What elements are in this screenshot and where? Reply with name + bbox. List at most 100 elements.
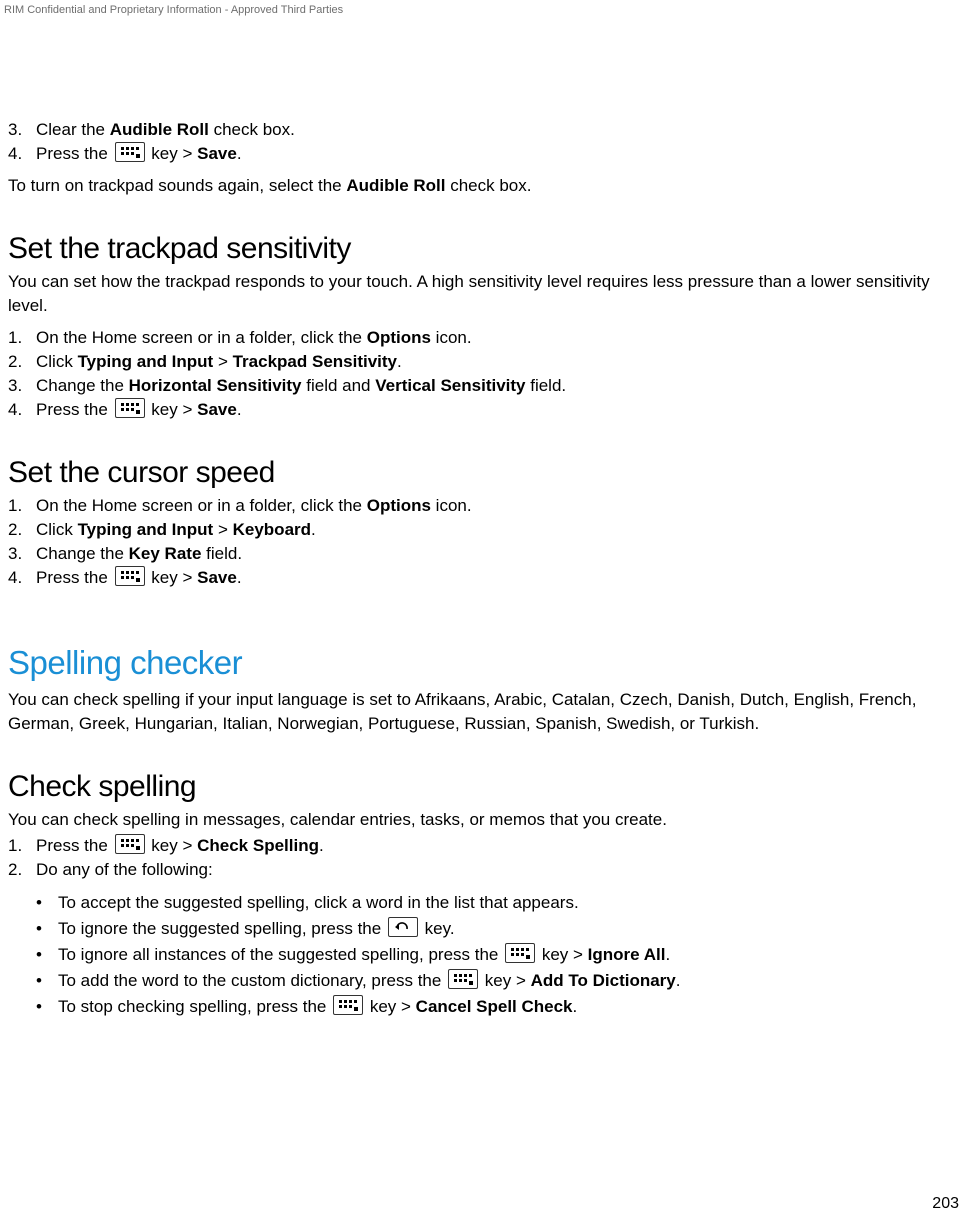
list-item: 1. Press the key > Check Spelling. — [8, 834, 965, 858]
step-text: To add the word to the custom dictionary… — [58, 968, 681, 994]
text-part: key > — [147, 568, 198, 587]
text-part: > — [213, 352, 232, 371]
text-part: . — [319, 836, 324, 855]
text-part: To add the word to the custom dictionary… — [58, 971, 446, 990]
bold-term: Ignore All — [588, 945, 666, 964]
text-part: . — [237, 400, 242, 419]
bullet-icon: • — [36, 994, 58, 1020]
text-part: On the Home screen or in a folder, click… — [36, 328, 367, 347]
menu-key-icon — [505, 943, 535, 963]
text-part: . — [397, 352, 402, 371]
text-part: . — [311, 520, 316, 539]
step-text: Do any of the following: — [36, 858, 965, 882]
list-item: • To ignore all instances of the suggest… — [36, 942, 965, 968]
spelling-intro: You can check spelling if your input lan… — [8, 688, 965, 736]
text-part: field and — [302, 376, 376, 395]
list-item: 1. On the Home screen or in a folder, cl… — [8, 494, 965, 518]
back-key-icon — [388, 917, 418, 937]
bold-term: Vertical Sensitivity — [375, 376, 525, 395]
step-number: 4. — [8, 566, 36, 590]
text-part: icon. — [431, 328, 472, 347]
heading-cursor-speed: Set the cursor speed — [8, 456, 965, 490]
bullet-icon: • — [36, 890, 58, 916]
trackpad-intro: You can set how the trackpad responds to… — [8, 270, 965, 318]
bold-term: Options — [367, 496, 431, 515]
menu-key-icon — [448, 969, 478, 989]
list-item: 2. Click Typing and Input > Keyboard. — [8, 518, 965, 542]
list-item: • To accept the suggested spelling, clic… — [36, 890, 965, 916]
text-part: . — [573, 997, 578, 1016]
text-part: > — [213, 520, 232, 539]
step-number: 4. — [8, 142, 36, 166]
step-number: 3. — [8, 542, 36, 566]
list-item: • To stop checking spelling, press the k… — [36, 994, 965, 1020]
text-part: key > — [365, 997, 416, 1016]
list-item: • To ignore the suggested spelling, pres… — [36, 916, 965, 942]
text-part: check box. — [209, 120, 295, 139]
menu-key-icon — [115, 566, 145, 586]
step-text: Press the key > Save. — [36, 142, 965, 166]
text-part: Click — [36, 520, 78, 539]
check-spelling-sublist: • To accept the suggested spelling, clic… — [8, 890, 965, 1020]
text-part: Press the — [36, 400, 113, 419]
bold-term: Check Spelling — [197, 836, 319, 855]
text-part: field. — [526, 376, 567, 395]
text-part: key > — [480, 971, 531, 990]
step-number: 2. — [8, 518, 36, 542]
confidential-header: RIM Confidential and Proprietary Informa… — [4, 4, 343, 16]
bold-term: Typing and Input — [78, 520, 214, 539]
heading-spelling-checker: Spelling checker — [8, 644, 965, 682]
text-part: . — [237, 144, 242, 163]
text-part: icon. — [431, 496, 472, 515]
bold-term: Cancel Spell Check — [416, 997, 573, 1016]
list-item: • To add the word to the custom dictiona… — [36, 968, 965, 994]
text-part: key > — [147, 836, 198, 855]
step-number: 3. — [8, 118, 36, 142]
list-item: 4. Press the key > Save. — [8, 566, 965, 590]
step-text: To stop checking spelling, press the key… — [58, 994, 577, 1020]
heading-trackpad-sensitivity: Set the trackpad sensitivity — [8, 232, 965, 266]
step-number: 1. — [8, 326, 36, 350]
bold-term: Save — [197, 144, 237, 163]
text-part: key > — [147, 144, 198, 163]
text-part: key > — [537, 945, 588, 964]
step-text: Click Typing and Input > Keyboard. — [36, 518, 965, 542]
menu-key-icon — [115, 142, 145, 162]
check-spelling-steps: 1. Press the key > Check Spelling. 2. Do… — [8, 834, 965, 882]
text-part: To ignore the suggested spelling, press … — [58, 919, 386, 938]
step-text: Click Typing and Input > Trackpad Sensit… — [36, 350, 965, 374]
list-item: 4. Press the key > Save. — [8, 142, 965, 166]
step-text: To ignore all instances of the suggested… — [58, 942, 670, 968]
text-part: On the Home screen or in a folder, click… — [36, 496, 367, 515]
bold-term: Key Rate — [129, 544, 202, 563]
bold-term: Audible Roll — [346, 176, 445, 195]
check-spelling-intro: You can check spelling in messages, cale… — [8, 808, 965, 832]
step-text: Change the Horizontal Sensitivity field … — [36, 374, 965, 398]
menu-key-icon — [333, 995, 363, 1015]
text-part: To ignore all instances of the suggested… — [58, 945, 503, 964]
bullet-icon: • — [36, 916, 58, 942]
step-text: To ignore the suggested spelling, press … — [58, 916, 455, 942]
trackpad-steps-list: 1. On the Home screen or in a folder, cl… — [8, 326, 965, 422]
list-item: 4. Press the key > Save. — [8, 398, 965, 422]
list-item: 2. Click Typing and Input > Trackpad Sen… — [8, 350, 965, 374]
text-part: field. — [201, 544, 242, 563]
bold-term: Save — [197, 568, 237, 587]
bold-term: Save — [197, 400, 237, 419]
bold-term: Audible Roll — [110, 120, 209, 139]
text-part: check box. — [446, 176, 532, 195]
menu-key-icon — [115, 398, 145, 418]
page-content: 3. Clear the Audible Roll check box. 4. … — [8, 118, 965, 1020]
list-item: 3. Clear the Audible Roll check box. — [8, 118, 965, 142]
step-text: To accept the suggested spelling, click … — [58, 890, 579, 916]
bullet-icon: • — [36, 968, 58, 994]
text-part: key. — [420, 919, 455, 938]
text-part: Press the — [36, 836, 113, 855]
step-number: 1. — [8, 834, 36, 858]
text-part: . — [665, 945, 670, 964]
step-text: Press the key > Save. — [36, 566, 965, 590]
list-item: 1. On the Home screen or in a folder, cl… — [8, 326, 965, 350]
heading-check-spelling: Check spelling — [8, 770, 965, 804]
bold-term: Add To Dictionary — [531, 971, 676, 990]
text-part: To turn on trackpad sounds again, select… — [8, 176, 346, 195]
